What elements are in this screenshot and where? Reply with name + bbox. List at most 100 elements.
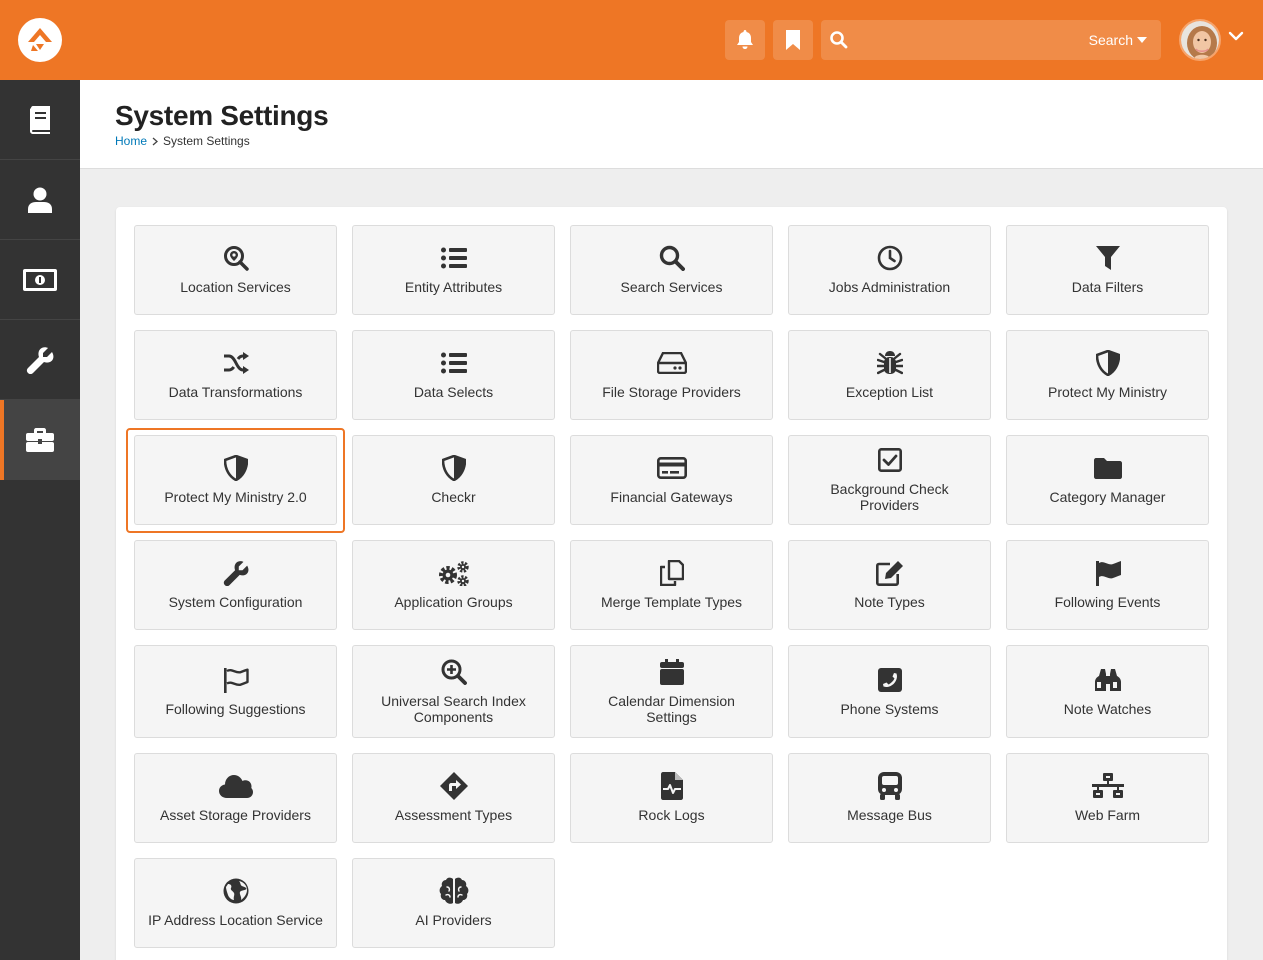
tile-label: Checkr: [431, 489, 476, 505]
tile-note-watches[interactable]: Note Watches: [1006, 645, 1209, 738]
chevron-down-icon[interactable]: [1228, 31, 1244, 41]
money-icon: [23, 268, 57, 291]
brain-icon: [439, 877, 469, 904]
tile-label: Jobs Administration: [828, 279, 951, 295]
tile-data-selects[interactable]: Data Selects: [352, 330, 555, 420]
tile-label: Financial Gateways: [610, 489, 733, 505]
tile-assessment-types[interactable]: Assessment Types: [352, 753, 555, 843]
tile-following-events[interactable]: Following Events: [1006, 540, 1209, 630]
sidebar-item-finance[interactable]: [0, 240, 80, 320]
tile-label: Note Watches: [1063, 700, 1152, 717]
tile-label: Asset Storage Providers: [160, 807, 311, 823]
tile-label: Data Selects: [413, 384, 494, 400]
tile-jobs-administration[interactable]: Jobs Administration: [788, 225, 991, 315]
search-icon: [830, 31, 848, 49]
tile-label: Phone Systems: [840, 700, 939, 717]
tile-protect-my-ministry[interactable]: Protect My Ministry: [1006, 330, 1209, 420]
notifications-button[interactable]: [725, 20, 765, 60]
tile-label: Protect My Ministry 2.0: [164, 489, 307, 505]
tile-asset-storage-providers[interactable]: Asset Storage Providers: [134, 753, 337, 843]
tile-location-services[interactable]: Location Services: [134, 225, 337, 315]
tile-label: Application Groups: [394, 594, 513, 610]
tile-system-configuration[interactable]: System Configuration: [134, 540, 337, 630]
tile-label: Assessment Types: [394, 807, 513, 823]
tile-search-services[interactable]: Search Services: [570, 225, 773, 315]
sidebar-item-people[interactable]: [0, 160, 80, 240]
edit-icon: [875, 560, 904, 586]
tile-label: Category Manager: [1049, 489, 1166, 505]
tile-category-manager[interactable]: Category Manager: [1006, 435, 1209, 525]
sidebar-item-admin[interactable]: [0, 400, 80, 480]
tile-label: Data Filters: [1071, 279, 1144, 295]
bug-icon: [876, 350, 903, 376]
tile-label: System Configuration: [168, 594, 303, 610]
shield-icon: [441, 455, 466, 481]
tile-merge-template-types[interactable]: Merge Template Types: [570, 540, 773, 630]
tile-rock-logs[interactable]: Rock Logs: [570, 753, 773, 843]
chevron-right-icon: [152, 137, 159, 145]
tile-label: Following Suggestions: [165, 700, 306, 717]
tile-label: Location Services: [180, 279, 291, 295]
tile-application-groups[interactable]: Application Groups: [352, 540, 555, 630]
tile-label: File Storage Providers: [602, 384, 741, 400]
tile-calendar-dimension-settings[interactable]: Calendar Dimension Settings: [570, 645, 773, 738]
random-icon: [223, 350, 249, 376]
check-square-icon: [877, 447, 902, 473]
folder-icon: [1093, 455, 1122, 481]
search-input[interactable]: Search: [821, 20, 1161, 60]
tile-label: Merge Template Types: [600, 594, 743, 610]
tile-file-storage-providers[interactable]: File Storage Providers: [570, 330, 773, 420]
tile-label: Background Check Providers: [830, 481, 949, 513]
tile-checkr[interactable]: Checkr: [352, 435, 555, 525]
tile-background-check-providers[interactable]: Background Check Providers: [788, 435, 991, 525]
bell-icon: [737, 30, 753, 49]
copy-icon: [659, 560, 684, 586]
tile-ai-providers[interactable]: AI Providers: [352, 858, 555, 948]
tile-label: Data Transformations: [168, 384, 303, 400]
rock-logo-icon: [28, 28, 52, 51]
credit-card-icon: [656, 455, 687, 481]
tile-following-suggestions[interactable]: Following Suggestions: [134, 645, 337, 738]
sidebar-item-content[interactable]: [0, 80, 80, 160]
search-type-dropdown[interactable]: Search: [1089, 32, 1147, 48]
breadcrumb-home-link[interactable]: Home: [115, 134, 147, 148]
tile-label: Following Events: [1054, 594, 1161, 610]
tile-universal-search-index-components[interactable]: Universal Search Index Components: [352, 645, 555, 738]
tile-exception-list[interactable]: Exception List: [788, 330, 991, 420]
tile-ip-address-location-service[interactable]: IP Address Location Service: [134, 858, 337, 948]
search-type-label: Search: [1088, 32, 1133, 48]
tile-label: Protect My Ministry: [1047, 384, 1167, 400]
tile-data-filters[interactable]: Data Filters: [1006, 225, 1209, 315]
tile-phone-systems[interactable]: Phone Systems: [788, 645, 991, 738]
avatar[interactable]: [1179, 19, 1221, 61]
tile-label: Note Types: [854, 594, 925, 610]
hdd-icon: [656, 350, 687, 376]
tile-label: Exception List: [845, 384, 934, 400]
tile-web-farm[interactable]: Web Farm: [1006, 753, 1209, 843]
book-icon: [30, 105, 50, 134]
tile-protect-my-ministry-2-0[interactable]: Protect My Ministry 2.0: [134, 435, 337, 525]
user-photo: [1181, 21, 1219, 59]
tile-label: Entity Attributes: [404, 279, 503, 295]
tile-label: Universal Search Index Components: [381, 692, 526, 725]
sidebar-item-tools[interactable]: [0, 320, 80, 400]
rock-logo[interactable]: [18, 18, 62, 62]
flag-outline-icon: [223, 667, 249, 693]
tile-financial-gateways[interactable]: Financial Gateways: [570, 435, 773, 525]
wrench-icon: [223, 560, 249, 586]
bookmarks-button[interactable]: [773, 20, 813, 60]
tile-data-transformations[interactable]: Data Transformations: [134, 330, 337, 420]
directions-icon: [439, 772, 468, 800]
tile-label: IP Address Location Service: [148, 912, 323, 928]
filter-icon: [1095, 245, 1121, 271]
breadcrumb-current: System Settings: [163, 134, 250, 148]
tile-entity-attributes[interactable]: Entity Attributes: [352, 225, 555, 315]
wrench-icon: [26, 346, 54, 374]
search-plus-icon: [441, 659, 467, 685]
search-location-icon: [223, 245, 249, 271]
bus-icon: [877, 772, 903, 800]
list-icon: [440, 350, 467, 376]
tile-message-bus[interactable]: Message Bus: [788, 753, 991, 843]
tile-note-types[interactable]: Note Types: [788, 540, 991, 630]
calendar-icon: [659, 658, 684, 685]
